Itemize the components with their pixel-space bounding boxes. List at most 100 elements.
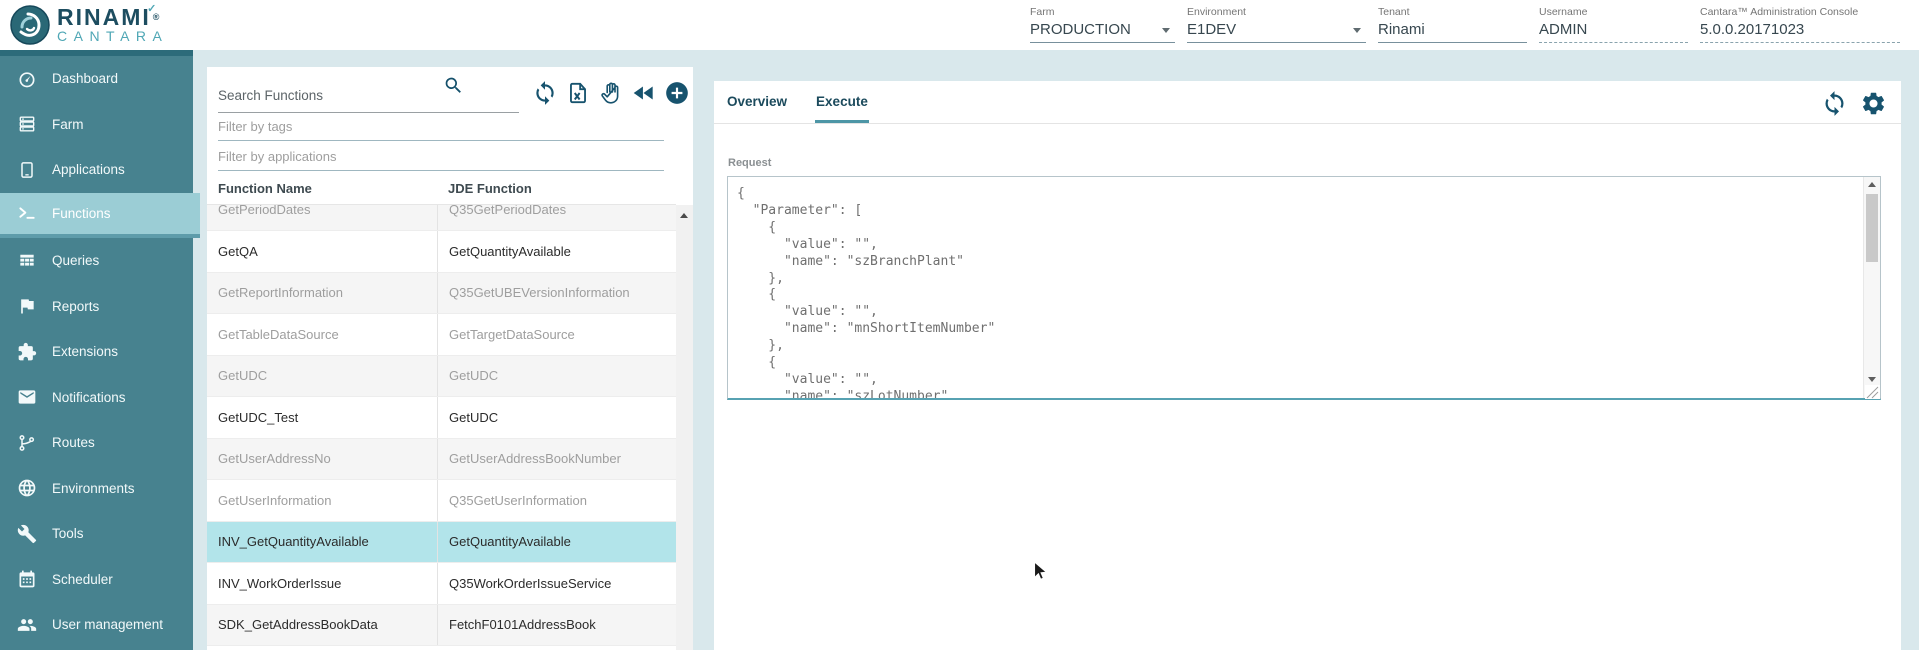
field-label: Tenant [1378,6,1527,18]
function-detail-panel: OverviewExecute Request { "Parameter": [… [714,81,1901,650]
notifications-icon [17,387,37,407]
function-row-getuseraddressno[interactable]: GetUserAddressNoGetUserAddressBookNumber [207,439,676,481]
scrollbar-thumb[interactable] [1866,194,1878,262]
main-sidebar: Dashboard Farm Applications Functions Querie… [0,50,193,650]
function-row-sdk-getaddressbookdata[interactable]: SDK_GetAddressBookDataFetchF0101AddressB… [207,605,676,647]
sidebar-item-environments[interactable]: Environments [0,466,193,512]
request-scrollbar[interactable] [1863,177,1880,398]
field-label: Username [1539,6,1688,18]
function-name-cell: GetUDC_Test [207,410,437,425]
user-management-icon [17,615,37,635]
sidebar-item-routes[interactable]: Routes [0,420,193,466]
chevron-down-icon[interactable] [1162,28,1170,33]
request-textarea[interactable]: { "Parameter": [ { "value": "", "name": … [727,176,1881,400]
filter-by-tags-input[interactable] [218,119,648,134]
environments-icon [17,478,37,498]
function-name-cell: GetTableDataSource [207,327,437,342]
refresh-icon[interactable] [1820,89,1848,117]
function-row-gettabledatasource[interactable]: GetTableDataSourceGetTargetDataSource [207,314,676,356]
queries-icon [17,251,37,271]
sidebar-item-label: Functions [52,206,111,221]
function-row-getuserinformation[interactable]: GetUserInformationQ35GetUserInformation [207,480,676,522]
sidebar-item-label: Dashboard [52,71,118,86]
functions-icon [17,203,37,223]
routes-icon [17,433,37,453]
sidebar-item-farm[interactable]: Farm [0,102,193,148]
tab-execute[interactable]: Execute [816,94,868,123]
product-name: CANTARA [57,29,168,44]
brand-check-icon: ✓ [147,0,158,20]
functions-table-header: Function Name JDE Function [207,173,676,205]
function-row-getudc[interactable]: GetUDCGetUDC [207,356,676,398]
function-row-inv-workorderissue[interactable]: INV_WorkOrderIssueQ35WorkOrderIssueServi… [207,563,676,605]
jde-function-cell: Q35WorkOrderIssueService [437,563,676,604]
detail-tabs: Overview Execute [714,81,1901,124]
sidebar-item-label: Applications [52,162,125,177]
sidebar-item-label: Scheduler [52,572,113,587]
jde-function-cell: FetchF0101AddressBook [437,605,676,646]
filter-applications-underline [218,170,664,171]
tab-overview[interactable]: Overview [727,94,787,123]
tenant-value: Rinami [1378,21,1527,43]
field-label: Environment [1187,6,1366,18]
rewind-icon[interactable] [630,79,657,106]
sidebar-item-reports[interactable]: Reports [0,284,193,330]
header-field-farm: FarmPRODUCTION [1030,6,1175,43]
search-functions-input[interactable] [218,88,433,103]
sidebar-item-label: Extensions [52,344,118,359]
reports-icon [17,296,37,316]
sidebar-item-user-management[interactable]: User management [0,602,193,648]
refresh-icon[interactable] [531,79,558,106]
jde-function-cell: GetQuantityAvailable [437,231,676,272]
settings-icon[interactable] [1859,89,1887,117]
header-field-cantara-administration-console: Cantara™ Administration Console5.0.0.201… [1700,6,1900,43]
sidebar-item-label: Farm [52,117,84,132]
function-row-inv-getquantityavailable[interactable]: INV_GetQuantityAvailableGetQuantityAvail… [207,522,676,564]
sidebar-item-applications[interactable]: Applications [0,147,193,193]
function-row-getudc-test[interactable]: GetUDC_TestGetUDC [207,397,676,439]
header-field-tenant: Tenant Rinami [1378,6,1527,43]
function-name-cell: GetUserInformation [207,493,437,508]
jde-function-cell: GetUDC [437,397,676,438]
function-row-getqa[interactable]: GetQAGetQuantityAvailable [207,231,676,273]
function-name-cell: GetPeriodDates [207,205,437,217]
scroll-down-arrow-icon[interactable] [1868,377,1876,382]
chevron-down-icon[interactable] [1353,28,1361,33]
sidebar-item-dashboard[interactable]: Dashboard [0,56,193,102]
scroll-up-arrow-icon[interactable] [680,213,688,218]
functions-list-scrollbar[interactable] [676,205,693,650]
jde-function-cell: GetUserAddressBookNumber [437,439,676,480]
function-name-cell: GetQA [207,244,437,259]
environment-value[interactable]: E1DEV [1187,21,1366,43]
pan-hand-icon[interactable] [597,79,624,106]
sidebar-item-label: Routes [52,435,95,450]
scroll-up-arrow-icon[interactable] [1868,182,1876,187]
farm-value[interactable]: PRODUCTION [1030,21,1175,43]
sidebar-item-scheduler[interactable]: Scheduler [0,557,193,603]
function-row-getreportinformation[interactable]: GetReportInformationQ35GetUBEVersionInfo… [207,273,676,315]
rinami-logo-icon [10,5,50,45]
function-name-cell: GetUserAddressNo [207,451,437,466]
sidebar-item-tools[interactable]: Tools [0,511,193,557]
function-row-getperioddates[interactable]: GetPeriodDatesQ35GetPeriodDates [207,205,676,231]
resize-grip-icon[interactable] [1865,385,1880,399]
sidebar-item-queries[interactable]: Queries [0,238,193,284]
username-value: ADMIN [1539,21,1688,43]
filter-by-applications-input[interactable] [218,149,648,164]
export-excel-icon[interactable] [564,79,591,106]
applications-icon [17,160,37,180]
sidebar-item-notifications[interactable]: Notifications [0,375,193,421]
jde-function-cell: GetTargetDataSource [437,314,676,355]
brand-logo: RINAMI® ✓ CANTARA [10,5,168,45]
cantara-administration-console-value: 5.0.0.20171023 [1700,21,1900,43]
sidebar-item-label: Reports [52,299,99,314]
jde-function-cell: Q35GetUBEVersionInformation [437,273,676,314]
add-function-icon[interactable] [663,79,690,106]
header-field-username: Username ADMIN [1539,6,1688,43]
jde-function-cell: GetUDC [437,356,676,397]
sidebar-item-functions[interactable]: Functions [0,193,200,239]
jde-function-cell: Q35GetUserInformation [437,480,676,521]
sidebar-item-extensions[interactable]: Extensions [0,329,193,375]
search-icon[interactable] [443,75,464,101]
brand-name: RINAMI [57,4,151,30]
